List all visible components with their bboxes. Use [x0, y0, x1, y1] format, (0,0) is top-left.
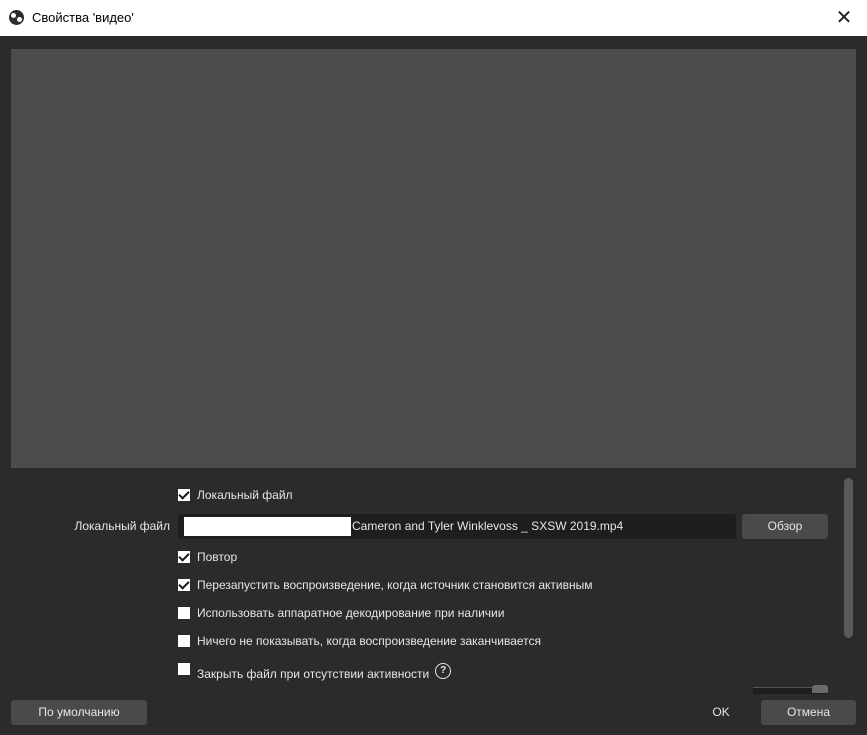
- video-preview: [11, 49, 856, 468]
- window-title: Свойства 'видео': [32, 10, 134, 25]
- checkbox-unchecked-icon[interactable]: [178, 607, 190, 619]
- local-file-label: Локальный файл: [74, 519, 170, 533]
- checkbox-unchecked-icon[interactable]: [178, 663, 190, 675]
- checkbox-checked-icon[interactable]: [178, 489, 190, 501]
- spin-up-icon[interactable]: [812, 685, 828, 693]
- checkbox-checked-icon[interactable]: [178, 551, 190, 563]
- show-nothing-checkbox[interactable]: Ничего не показывать, когда воспроизведе…: [178, 633, 541, 649]
- hw-decode-checkbox[interactable]: Использовать аппаратное декодирование пр…: [178, 605, 504, 621]
- redacted-path: [184, 517, 351, 536]
- local-file-input[interactable]: Cameron and Tyler Winklevoss _ SXSW 2019…: [178, 514, 736, 539]
- cancel-button[interactable]: Отмена: [761, 700, 856, 725]
- restart-checkbox[interactable]: Перезапустить воспроизведение, когда ист…: [178, 577, 592, 593]
- local-file-checkbox-label: Локальный файл: [197, 488, 293, 502]
- close-file-checkbox-label: Закрыть файл при отсутствии активности: [197, 667, 430, 681]
- close-file-checkbox[interactable]: Закрыть файл при отсутствии активности ?: [178, 661, 452, 681]
- checkbox-checked-icon[interactable]: [178, 579, 190, 591]
- hw-decode-checkbox-label: Использовать аппаратное декодирование пр…: [197, 606, 505, 620]
- restart-checkbox-label: Перезапустить воспроизведение, когда ист…: [197, 578, 593, 592]
- loop-checkbox[interactable]: Повтор: [178, 549, 237, 565]
- loop-checkbox-label: Повтор: [197, 550, 238, 564]
- partial-spinbox[interactable]: [753, 685, 828, 694]
- title-bar: Свойства 'видео' ✕: [0, 0, 867, 36]
- local-file-value: Cameron and Tyler Winklevoss _ SXSW 2019…: [352, 519, 624, 533]
- properties-scrollbar[interactable]: [844, 478, 853, 638]
- obs-logo-icon: [9, 10, 24, 25]
- checkbox-unchecked-icon[interactable]: [178, 635, 190, 647]
- ok-button[interactable]: OK: [690, 700, 752, 725]
- close-button[interactable]: ✕: [821, 0, 867, 36]
- browse-button[interactable]: Обзор: [742, 514, 828, 539]
- defaults-button[interactable]: По умолчанию: [11, 700, 147, 725]
- show-nothing-checkbox-label: Ничего не показывать, когда воспроизведе…: [197, 634, 541, 648]
- help-icon[interactable]: ?: [435, 663, 452, 679]
- local-file-checkbox[interactable]: Локальный файл: [178, 487, 293, 503]
